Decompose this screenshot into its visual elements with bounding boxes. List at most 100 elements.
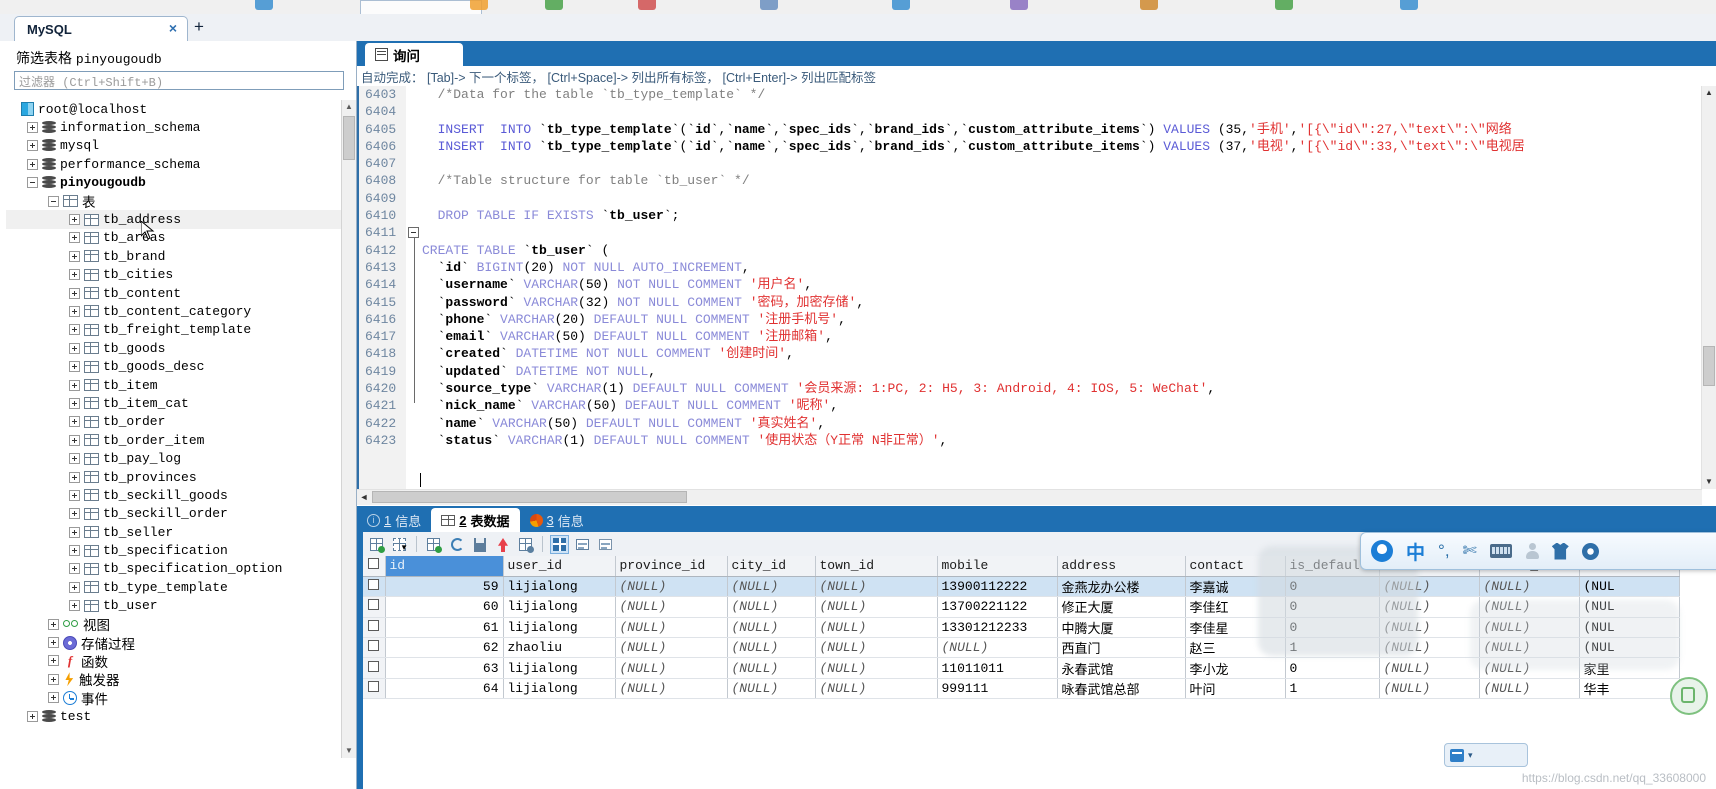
- table-cell[interactable]: (NULL): [615, 617, 728, 639]
- code-line[interactable]: `email` VARCHAR(50) DEFAULT NULL COMMENT…: [422, 328, 1716, 345]
- code-line[interactable]: `status` VARCHAR(1) DEFAULT NULL COMMENT…: [422, 432, 1716, 449]
- expand-icon[interactable]: [69, 581, 80, 593]
- toolbar-icon-7[interactable]: [1010, 0, 1028, 10]
- table-cell[interactable]: (NUL: [1579, 596, 1680, 618]
- tab-query[interactable]: 询问: [365, 43, 463, 66]
- code-line[interactable]: [422, 224, 1716, 241]
- table-cell[interactable]: 0: [1285, 657, 1380, 679]
- table-cell[interactable]: lijialong: [503, 596, 616, 618]
- table-cell[interactable]: 13700221122: [937, 596, 1058, 618]
- table-cell[interactable]: (NULL): [727, 678, 816, 700]
- table-cell[interactable]: 中腾大厦: [1057, 617, 1186, 639]
- table-cell[interactable]: 叶问: [1185, 678, 1286, 700]
- row-select-checkbox[interactable]: [363, 576, 386, 598]
- checkbox-box[interactable]: [368, 681, 380, 693]
- row-select-checkbox[interactable]: [363, 596, 386, 618]
- save-record-icon[interactable]: [470, 535, 489, 554]
- tree-item-tb_specification[interactable]: tb_specification: [6, 541, 343, 559]
- table-cell[interactable]: lijialong: [503, 617, 616, 639]
- table-cell[interactable]: 59: [385, 576, 504, 598]
- search-input[interactable]: 过滤器 (Ctrl+Shift+B): [14, 71, 344, 90]
- column-header-address[interactable]: address: [1057, 556, 1186, 577]
- table-cell[interactable]: (NULL): [815, 637, 938, 659]
- tree-item-tb_seckill_order[interactable]: tb_seckill_order: [6, 505, 343, 523]
- expand-icon[interactable]: [69, 526, 80, 538]
- checkbox-box[interactable]: [368, 619, 380, 631]
- table-cell[interactable]: (NULL): [1479, 678, 1580, 700]
- chevron-down-icon[interactable]: ▾: [1468, 750, 1473, 761]
- table-cell[interactable]: lijialong: [503, 576, 616, 598]
- tree-item-tb_specification_option[interactable]: tb_specification_option: [6, 560, 343, 578]
- column-header-user_id[interactable]: user_id: [503, 556, 616, 577]
- table-cell[interactable]: (NULL): [1379, 678, 1480, 700]
- editor-horizontal-scrollbar[interactable]: ◄: [357, 489, 1702, 505]
- expand-icon[interactable]: [48, 673, 59, 685]
- code-folding-margin[interactable]: [406, 86, 422, 496]
- table-cell[interactable]: (NULL): [727, 617, 816, 639]
- column-header-contact[interactable]: contact: [1185, 556, 1286, 577]
- expand-icon[interactable]: [69, 489, 80, 501]
- expand-icon[interactable]: [69, 305, 80, 317]
- plus-icon[interactable]: +: [194, 18, 204, 35]
- code-line[interactable]: /*Data for the table `tb_type_template` …: [422, 86, 1716, 103]
- checkbox-box[interactable]: [368, 660, 380, 672]
- capture-icon[interactable]: [1450, 748, 1464, 762]
- code-line[interactable]: `username` VARCHAR(50) NOT NULL COMMENT …: [422, 276, 1716, 293]
- code-line[interactable]: `password` VARCHAR(32) NOT NULL COMMENT …: [422, 294, 1716, 311]
- tree-item-[interactable]: f 函数: [6, 652, 343, 670]
- tree-item-tb_item[interactable]: tb_item: [6, 376, 343, 394]
- checkbox-box[interactable]: [368, 558, 380, 570]
- expand-icon[interactable]: [69, 324, 80, 336]
- duplicate-record-icon[interactable]: [424, 535, 443, 554]
- table-cell[interactable]: (NUL: [1579, 637, 1680, 659]
- table-cell[interactable]: zhaoliu: [503, 637, 616, 659]
- table-cell[interactable]: 华丰: [1579, 678, 1680, 700]
- table-cell[interactable]: (NULL): [1379, 637, 1480, 659]
- tree-item-tb_type_template[interactable]: tb_type_template: [6, 578, 343, 596]
- toolbar-icon-9[interactable]: [1275, 0, 1293, 10]
- tree-item-tb_user[interactable]: tb_user: [6, 597, 343, 615]
- table-cell[interactable]: (NULL): [1379, 596, 1480, 618]
- table-cell[interactable]: 999111: [937, 678, 1058, 700]
- tree-item-tb_content[interactable]: tb_content: [6, 284, 343, 302]
- expand-icon[interactable]: [69, 269, 80, 281]
- table-cell[interactable]: 13900112222: [937, 576, 1058, 598]
- expand-icon[interactable]: [69, 471, 80, 483]
- table-cell[interactable]: 1: [1285, 637, 1380, 659]
- tree-item-tb_content_category[interactable]: tb_content_category: [6, 302, 343, 320]
- table-cell[interactable]: (NULL): [615, 637, 728, 659]
- table-cell[interactable]: 64: [385, 678, 504, 700]
- results-tab-1[interactable]: i 1 信息: [357, 508, 431, 532]
- code-line[interactable]: `updated` DATETIME NOT NULL,: [422, 363, 1716, 380]
- table-cell[interactable]: (NULL): [937, 637, 1058, 659]
- table-cell[interactable]: 永春武馆: [1057, 657, 1186, 679]
- table-cell[interactable]: 0: [1285, 596, 1380, 618]
- table-cell[interactable]: (NULL): [815, 596, 938, 618]
- select-all-checkbox[interactable]: [363, 556, 386, 577]
- tree-item-tb_address[interactable]: tb_address: [6, 210, 343, 229]
- table-cell[interactable]: 0: [1285, 617, 1380, 639]
- table-cell[interactable]: (NULL): [727, 576, 816, 598]
- refresh-record-icon[interactable]: [447, 535, 466, 554]
- close-icon[interactable]: ×: [169, 21, 177, 35]
- keyboard-icon[interactable]: [1489, 544, 1512, 558]
- table-cell[interactable]: (NULL): [1479, 617, 1580, 639]
- row-select-checkbox[interactable]: [363, 657, 386, 679]
- toolbar-icon-1[interactable]: [255, 0, 273, 10]
- fold-collapse-icon[interactable]: [408, 227, 419, 238]
- table-cell[interactable]: (NULL): [1379, 617, 1480, 639]
- code-line[interactable]: [422, 155, 1716, 172]
- results-tabbar[interactable]: i 1 信息 2 表数据 3 信息: [357, 506, 1716, 532]
- table-cell[interactable]: (NULL): [615, 678, 728, 700]
- add-record-icon[interactable]: [367, 535, 386, 554]
- expand-icon[interactable]: [69, 214, 80, 226]
- expand-icon[interactable]: [69, 342, 80, 354]
- toolbar-icon-2[interactable]: [470, 0, 488, 10]
- code-line[interactable]: [422, 103, 1716, 120]
- code-line[interactable]: INSERT INTO `tb_type_template`(`id`,`nam…: [422, 121, 1716, 138]
- tree-scrollbar[interactable]: ▲ ▼: [341, 100, 356, 758]
- column-header-mobile[interactable]: mobile: [937, 556, 1058, 577]
- code-line[interactable]: `nick_name` VARCHAR(50) DEFAULT NULL COM…: [422, 397, 1716, 414]
- table-cell[interactable]: 11011011: [937, 657, 1058, 679]
- toolbar-icon-4[interactable]: [638, 0, 656, 10]
